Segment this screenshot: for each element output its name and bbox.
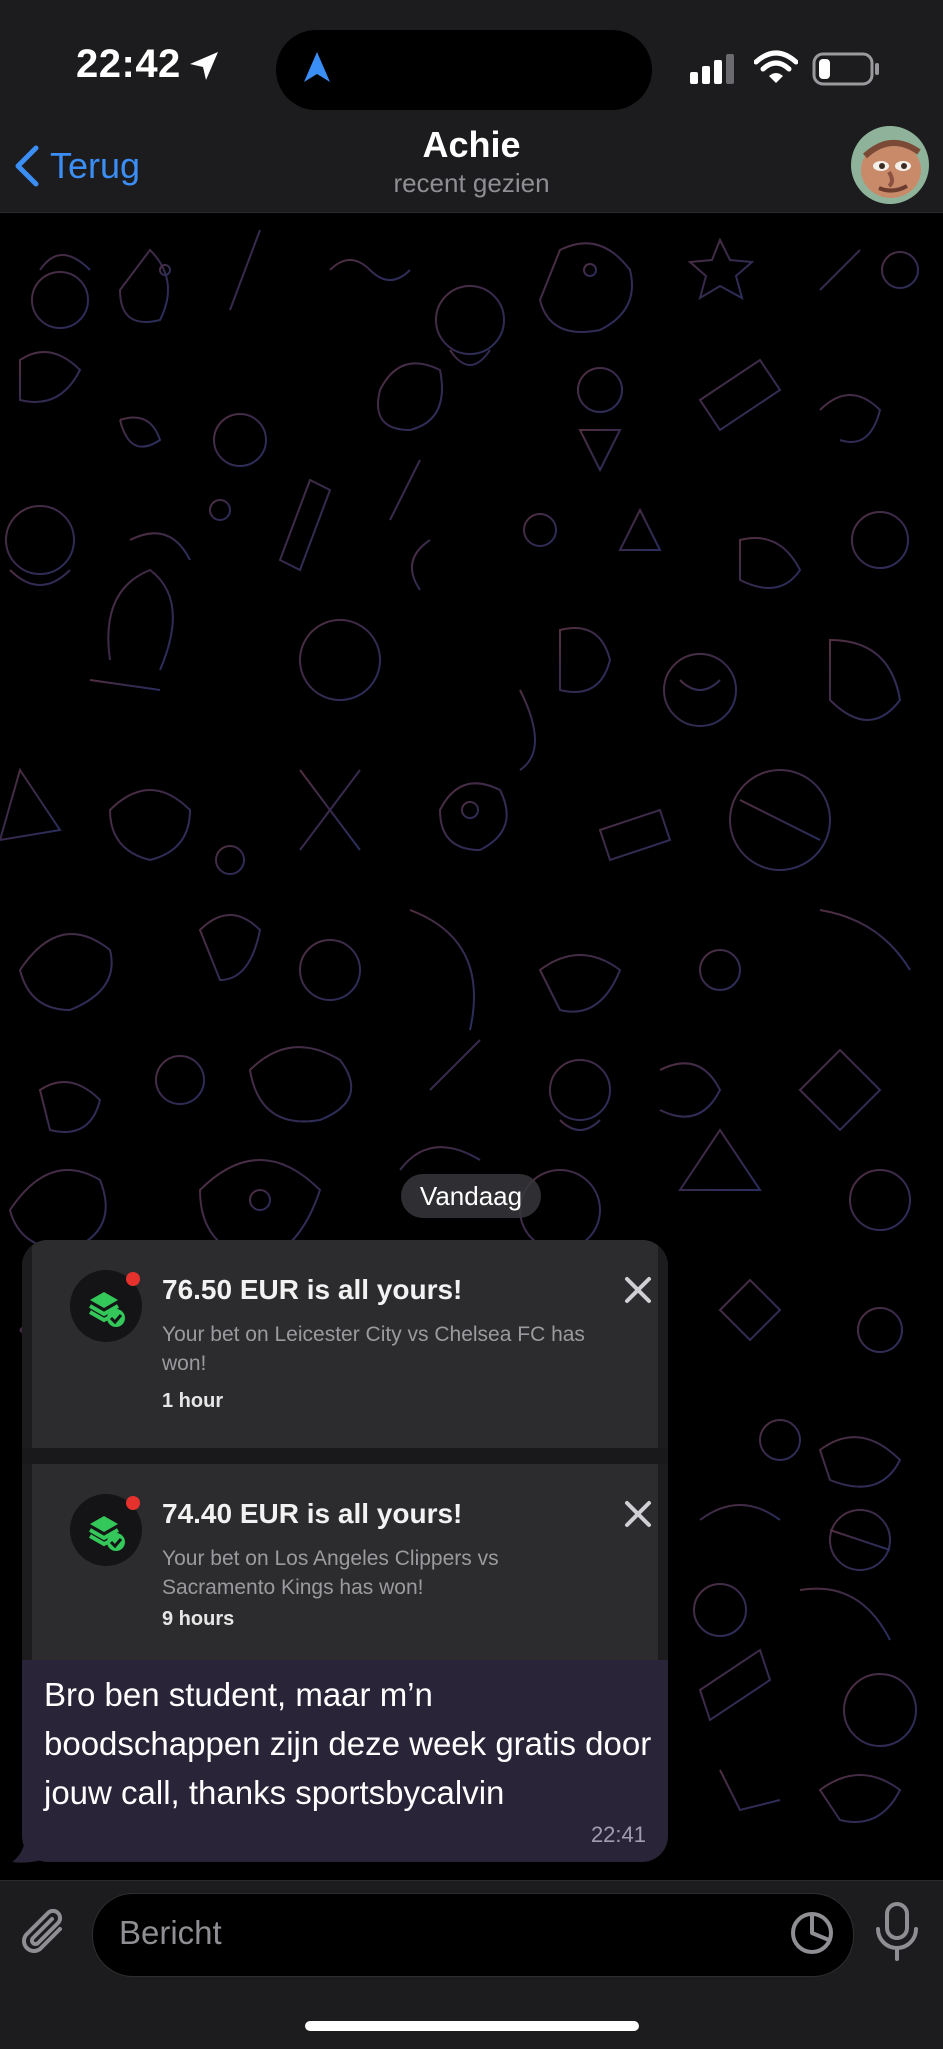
unread-dot bbox=[126, 1496, 140, 1510]
bubble-tail bbox=[12, 1830, 42, 1863]
status-time: 22:42 bbox=[76, 42, 181, 86]
message-image-screenshot[interactable]: 76.50 EUR is all yours! Your bet on Leic… bbox=[22, 1240, 668, 1660]
message-input-bar: Bericht bbox=[0, 1880, 943, 2049]
navigation-arrow-icon bbox=[304, 52, 330, 82]
notification-time: 1 hour bbox=[162, 1390, 224, 1412]
microphone-icon[interactable] bbox=[870, 1901, 924, 1963]
location-arrow-icon bbox=[190, 52, 218, 80]
notification-card: 74.40 EUR is all yours! Your bet on Los … bbox=[32, 1464, 658, 1660]
incoming-message-bubble[interactable]: 76.50 EUR is all yours! Your bet on Leic… bbox=[22, 1240, 668, 1862]
last-seen-status: recent gezien bbox=[393, 168, 550, 198]
close-icon bbox=[625, 1501, 651, 1527]
notification-card: 76.50 EUR is all yours! Your bet on Leic… bbox=[32, 1240, 658, 1448]
notification-time: 9 hours bbox=[162, 1608, 235, 1630]
notification-title: 74.40 EUR is all yours! bbox=[162, 1498, 463, 1529]
chat-header: Terug Achie recent gezien bbox=[0, 124, 943, 213]
home-indicator bbox=[305, 2021, 639, 2031]
message-timestamp: 22:41 bbox=[590, 1822, 646, 1847]
close-icon bbox=[625, 1277, 651, 1303]
notification-title: 76.50 EUR is all yours! bbox=[162, 1274, 463, 1305]
avatar-image bbox=[851, 126, 929, 204]
notification-divider bbox=[22, 1448, 668, 1464]
sticker-icon[interactable] bbox=[789, 1910, 835, 1956]
notification-body: Your bet on Leicester City vs Chelsea FC… bbox=[162, 1323, 585, 1375]
wifi-icon bbox=[754, 50, 798, 83]
betting-app-icon bbox=[70, 1270, 142, 1342]
message-text: Bro ben student, maar m’n boodschappen z… bbox=[44, 1676, 652, 1811]
unread-dot bbox=[126, 1272, 140, 1286]
message-input[interactable]: Bericht bbox=[92, 1893, 854, 1977]
dynamic-island bbox=[276, 30, 652, 110]
betting-app-icon bbox=[70, 1494, 142, 1566]
cellular-signal-icon bbox=[690, 54, 734, 84]
notification-body: Your bet on Los Angeles Clippers vs Sacr… bbox=[162, 1547, 499, 1599]
status-bar: 22:42 bbox=[0, 0, 943, 136]
message-placeholder: Bericht bbox=[119, 1914, 222, 1951]
avatar[interactable] bbox=[851, 126, 929, 204]
date-separator: Vandaag bbox=[401, 1174, 541, 1218]
chat-title[interactable]: Achie bbox=[0, 124, 943, 166]
battery-icon bbox=[812, 52, 879, 86]
paperclip-icon[interactable] bbox=[20, 1905, 70, 1961]
